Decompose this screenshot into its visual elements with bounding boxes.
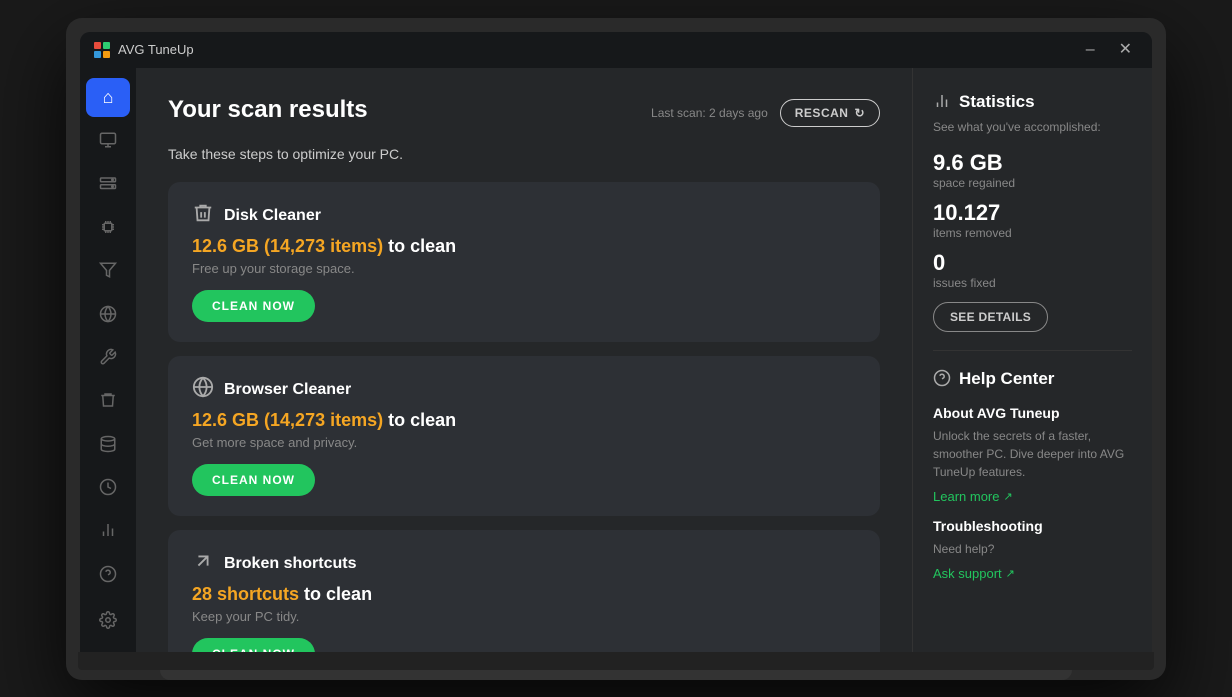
last-scan-text: Last scan: 2 days ago: [651, 106, 768, 120]
ask-support-icon: ↗: [1006, 567, 1015, 580]
app-title: AVG TuneUp: [118, 42, 1072, 57]
sidebar-item-globe[interactable]: [86, 294, 130, 333]
browser-cleaner-icon: [192, 376, 214, 404]
stat-items-value: 10.127: [933, 200, 1132, 226]
sidebar-item-filter[interactable]: [86, 251, 130, 290]
help-about-title: About AVG Tuneup: [933, 405, 1132, 421]
ask-support-link[interactable]: Ask support ↗: [933, 566, 1132, 581]
see-details-button[interactable]: SEE DETAILS: [933, 302, 1048, 332]
browser-cleaner-card: Browser Cleaner 12.6 GB (14,273 items) t…: [168, 356, 880, 516]
sidebar-item-settings[interactable]: [86, 598, 130, 642]
help-center-title: Help Center: [959, 369, 1054, 389]
browser-cleaner-amount: 12.6 GB (14,273 items) to clean: [192, 410, 856, 431]
learn-more-label: Learn more: [933, 489, 999, 504]
disk-cleaner-title: Disk Cleaner: [224, 207, 321, 225]
stat-items-label: items removed: [933, 226, 1132, 240]
sidebar-item-stats[interactable]: [86, 511, 130, 550]
disk-cleaner-icon: [192, 202, 214, 230]
sidebar-item-database[interactable]: [86, 424, 130, 463]
stat-issues-label: issues fixed: [933, 276, 1132, 290]
browser-cleaner-button[interactable]: CLEAN NOW: [192, 464, 315, 496]
title-bar: AVG TuneUp – ✕: [80, 32, 1152, 68]
disk-cleaner-card: Disk Cleaner 12.6 GB (14,273 items) to c…: [168, 182, 880, 342]
browser-cleaner-title: Browser Cleaner: [224, 381, 351, 399]
disk-cleaner-desc: Free up your storage space.: [192, 261, 856, 276]
stat-issues-value: 0: [933, 250, 1132, 276]
sidebar-item-tools[interactable]: [86, 337, 130, 376]
page-subtitle: Take these steps to optimize your PC.: [168, 146, 880, 162]
panel-divider: [933, 350, 1132, 351]
statistics-title: Statistics: [959, 92, 1035, 112]
broken-shortcuts-icon: [192, 550, 214, 578]
broken-shortcuts-desc: Keep your PC tidy.: [192, 609, 856, 624]
broken-shortcuts-button[interactable]: CLEAN NOW: [192, 638, 315, 652]
app-logo: [94, 42, 110, 58]
sidebar-item-history[interactable]: [86, 467, 130, 506]
help-item-about: About AVG Tuneup Unlock the secrets of a…: [933, 405, 1132, 504]
ask-support-label: Ask support: [933, 566, 1002, 581]
sidebar-item-home[interactable]: ⌂: [86, 78, 130, 117]
rescan-button[interactable]: RESCAN ↻: [780, 99, 880, 127]
sidebar-item-storage[interactable]: [86, 164, 130, 203]
sidebar-item-chip[interactable]: [86, 207, 130, 246]
sidebar-item-clean[interactable]: [86, 381, 130, 420]
statistics-subtitle: See what you've accomplished:: [933, 120, 1132, 134]
stat-space-value: 9.6 GB: [933, 150, 1132, 176]
window-controls: – ✕: [1080, 40, 1138, 60]
help-item-troubleshooting: Troubleshooting Need help? Ask support ↗: [933, 518, 1132, 581]
sidebar: ⌂: [80, 68, 136, 652]
help-center-icon: [933, 369, 951, 392]
learn-more-link[interactable]: Learn more ↗: [933, 489, 1132, 504]
close-button[interactable]: ✕: [1113, 40, 1138, 60]
stat-space-label: space regained: [933, 176, 1132, 190]
broken-shortcuts-card: Broken shortcuts 28 shortcuts to clean K…: [168, 530, 880, 652]
broken-shortcuts-amount: 28 shortcuts to clean: [192, 584, 856, 605]
broken-shortcuts-title: Broken shortcuts: [224, 555, 356, 573]
sidebar-item-monitor[interactable]: [86, 121, 130, 160]
rescan-label: RESCAN: [795, 106, 849, 120]
disk-cleaner-button[interactable]: CLEAN NOW: [192, 290, 315, 322]
browser-cleaner-desc: Get more space and privacy.: [192, 435, 856, 450]
help-trouble-desc: Need help?: [933, 540, 1132, 558]
help-trouble-title: Troubleshooting: [933, 518, 1132, 534]
content-area: Your scan results Last scan: 2 days ago …: [136, 68, 912, 652]
learn-more-icon: ↗: [1003, 490, 1012, 503]
scan-header: Your scan results Last scan: 2 days ago …: [168, 96, 880, 130]
statistics-icon: [933, 92, 951, 115]
right-panel: Statistics See what you've accomplished:…: [912, 68, 1152, 652]
disk-cleaner-amount: 12.6 GB (14,273 items) to clean: [192, 236, 856, 257]
help-about-desc: Unlock the secrets of a faster, smoother…: [933, 427, 1132, 481]
rescan-icon: ↻: [854, 106, 865, 120]
page-title: Your scan results: [168, 96, 368, 124]
sidebar-item-help[interactable]: [86, 554, 130, 593]
minimize-button[interactable]: –: [1080, 40, 1101, 60]
